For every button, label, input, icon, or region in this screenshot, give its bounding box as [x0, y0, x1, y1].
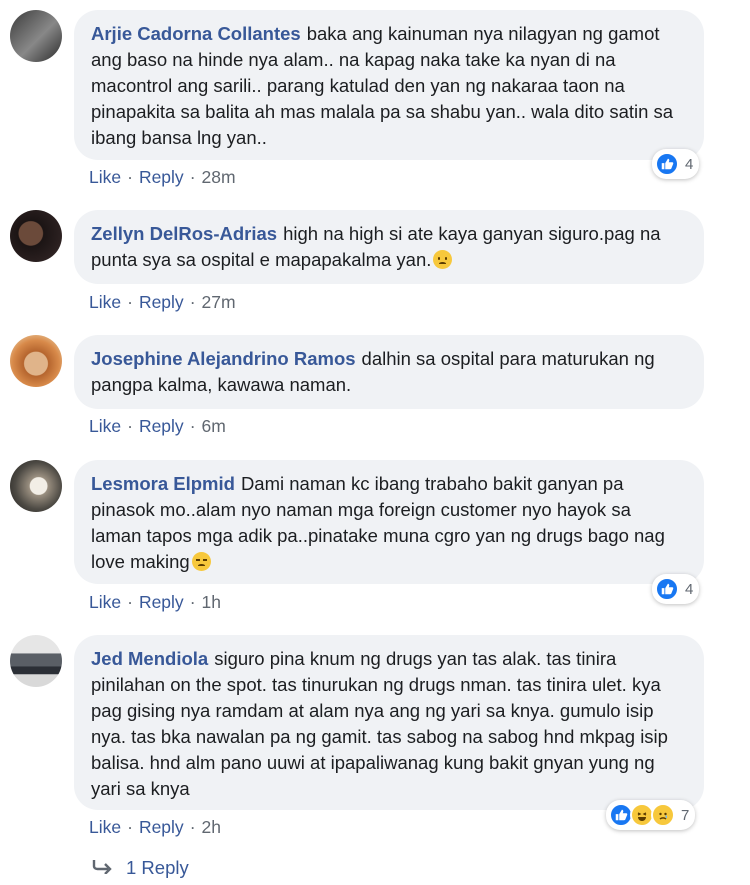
comment-author[interactable]: Jed Mendiola [91, 648, 208, 669]
separator: · [127, 592, 133, 612]
sad-reaction-icon [651, 803, 675, 827]
comment-timestamp[interactable]: 6m [202, 416, 226, 437]
comment: Josephine Alejandrino Ramos dalhin sa osp… [10, 335, 740, 445]
comment-bubble: Arjie Cadorna Collantes baka ang kainuman… [74, 10, 704, 160]
comment-actions: Like · Reply · 28m [89, 167, 236, 188]
comment: Jed Mendiola siguro pina knum ng drugs ya… [10, 635, 740, 840]
view-replies-link[interactable]: 1 Reply [92, 857, 189, 879]
separator: · [127, 167, 133, 187]
separator: · [127, 292, 133, 312]
reaction-count: 4 [685, 155, 694, 173]
reply-button[interactable]: Reply [139, 167, 184, 188]
comment-author[interactable]: Lesmora Elpmid [91, 473, 235, 494]
like-reaction-icon [655, 577, 679, 601]
comment-timestamp[interactable]: 2h [202, 817, 221, 838]
reply-button[interactable]: Reply [139, 416, 184, 437]
like-button[interactable]: Like [89, 167, 121, 188]
separator: · [127, 817, 133, 837]
comment-timestamp[interactable]: 28m [202, 167, 236, 188]
pensive-emoji-icon [191, 552, 211, 571]
like-button[interactable]: Like [89, 592, 121, 613]
like-button[interactable]: Like [89, 416, 121, 437]
avatar[interactable] [10, 635, 62, 687]
reactions-summary[interactable]: 7 [606, 800, 696, 830]
comment-bubble: Josephine Alejandrino Ramos dalhin sa osp… [74, 335, 704, 409]
reply-button[interactable]: Reply [139, 592, 184, 613]
reactions-summary[interactable]: 4 [652, 149, 700, 179]
comment-bubble: Jed Mendiola siguro pina knum ng drugs ya… [74, 635, 704, 810]
reply-button[interactable]: Reply [139, 292, 184, 313]
separator: · [189, 817, 196, 837]
comment-actions: Like · Reply · 1h [89, 592, 221, 613]
reply-arrow-icon [92, 857, 114, 879]
comment-actions: Like · Reply · 2h [89, 817, 221, 838]
separator: · [127, 416, 133, 436]
like-reaction-icon [655, 152, 679, 176]
comment: Arjie Cadorna Collantes baka ang kainuman… [10, 10, 740, 190]
comment-actions: Like · Reply · 6m [89, 416, 226, 437]
comment-author[interactable]: Arjie Cadorna Collantes [91, 23, 301, 44]
reaction-count: 4 [685, 580, 694, 598]
like-button[interactable]: Like [89, 292, 121, 313]
separator: · [189, 167, 196, 187]
comment-timestamp[interactable]: 27m [202, 292, 236, 313]
separator: · [189, 292, 196, 312]
like-button[interactable]: Like [89, 817, 121, 838]
comment-author[interactable]: Josephine Alejandrino Ramos [91, 348, 356, 369]
separator: · [189, 592, 196, 612]
comment-actions: Like · Reply · 27m [89, 292, 236, 313]
replies-count-label: 1 Reply [126, 857, 189, 878]
comment-bubble: Zellyn DelRos-Adrias high na high si ate … [74, 210, 704, 284]
avatar[interactable] [10, 10, 62, 62]
avatar[interactable] [10, 210, 62, 262]
sad-emoji-icon [433, 250, 453, 269]
reply-button[interactable]: Reply [139, 817, 184, 838]
separator: · [189, 416, 196, 436]
comment-author[interactable]: Zellyn DelRos-Adrias [91, 223, 277, 244]
comment-timestamp[interactable]: 1h [202, 592, 221, 613]
reactions-summary[interactable]: 4 [652, 574, 700, 604]
reaction-count: 7 [681, 806, 690, 824]
comment-text: siguro pina knum ng drugs yan tas alak. … [91, 648, 668, 799]
avatar[interactable] [10, 460, 62, 512]
comment-bubble: Lesmora Elpmid Dami naman kc ibang trabah… [74, 460, 704, 584]
avatar[interactable] [10, 335, 62, 387]
comment: Zellyn DelRos-Adrias high na high si ate … [10, 210, 740, 320]
comment: Lesmora Elpmid Dami naman kc ibang trabah… [10, 460, 740, 615]
